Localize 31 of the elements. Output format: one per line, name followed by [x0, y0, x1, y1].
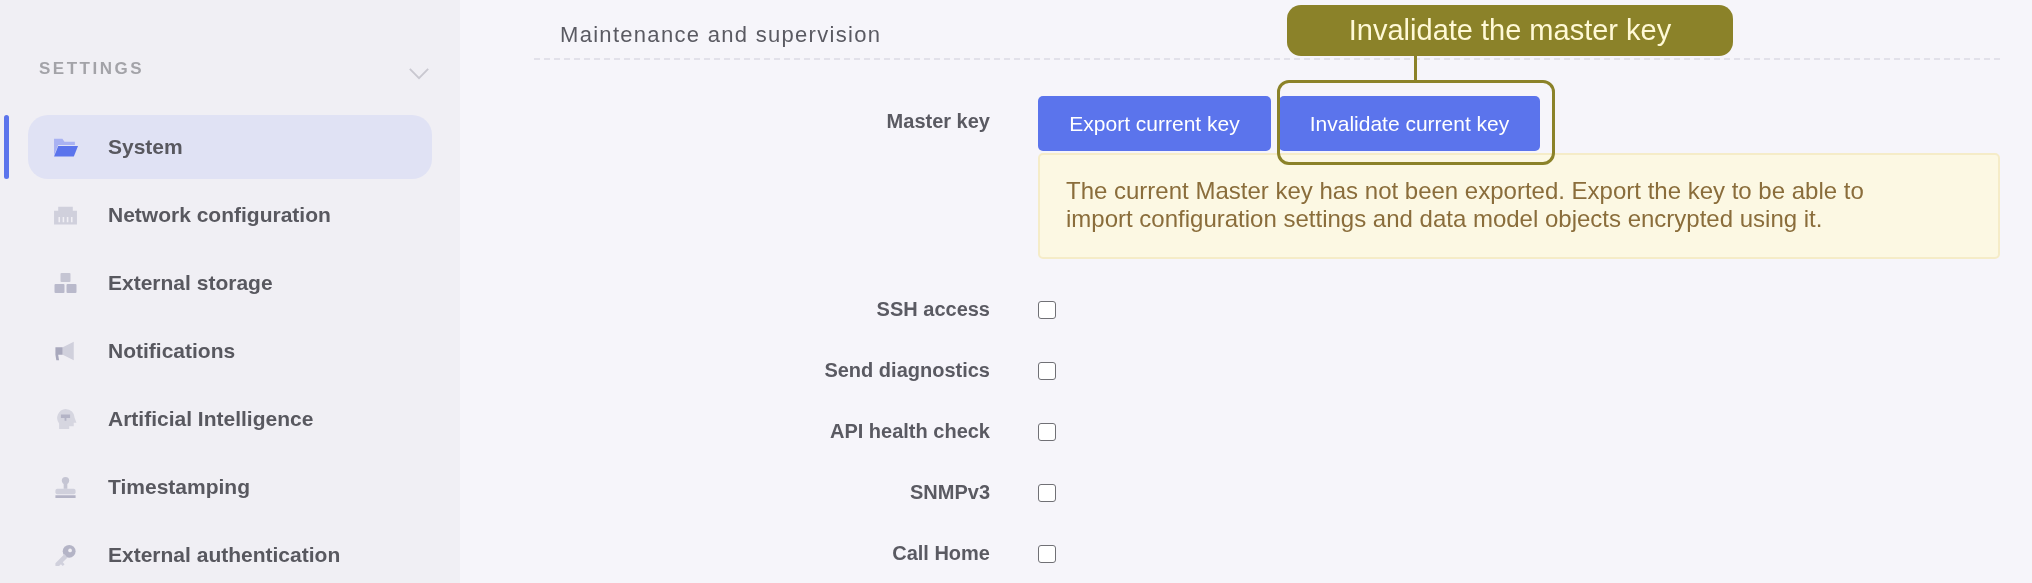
field-label: Call Home	[891, 541, 990, 566]
active-indicator	[4, 115, 9, 179]
section-heading: Maintenance and supervision	[560, 22, 882, 48]
sidebar-item[interactable]: External authentication	[28, 523, 432, 583]
checkbox[interactable]	[1038, 300, 1056, 319]
leader-line	[1414, 56, 1417, 80]
checkbox[interactable]	[1038, 544, 1056, 563]
key-icon	[53, 544, 78, 566]
boxes-icon	[53, 272, 78, 294]
action-button[interactable]: Invalidate current key	[1279, 96, 1540, 151]
warning-message: The current Master key has not been exported. Export the key to be able to import configuration settings and data model objects encrypted using it.	[1038, 153, 2000, 259]
action-button[interactable]: Export current key	[1038, 96, 1271, 151]
sidebar-item[interactable]: Artificial Intelligence	[28, 387, 432, 451]
section-title: SETTINGS	[39, 59, 144, 79]
field-label: Send diagnostics	[823, 358, 990, 383]
sidebar-item[interactable]: Notifications	[28, 319, 432, 383]
sidebar-item[interactable]: External storage	[28, 251, 432, 315]
field-label: SNMPv3	[908, 480, 990, 505]
sidebar-item[interactable]: Network configuration	[28, 183, 432, 247]
checkbox[interactable]	[1038, 483, 1056, 502]
field-label: SSH access	[875, 297, 990, 322]
field-label: API health check	[828, 419, 990, 444]
checkbox[interactable]	[1038, 422, 1056, 441]
stamp-icon	[53, 476, 78, 498]
sidebar-item[interactable]: Timestamping	[28, 455, 432, 519]
folder-icon	[53, 136, 78, 158]
checkbox[interactable]	[1038, 361, 1056, 380]
field-label: Master key	[885, 109, 990, 134]
ethernet-port-icon	[53, 204, 78, 226]
sidebar-item[interactable]: System	[28, 115, 432, 179]
callout-label: Invalidate the master key	[1287, 5, 1733, 56]
